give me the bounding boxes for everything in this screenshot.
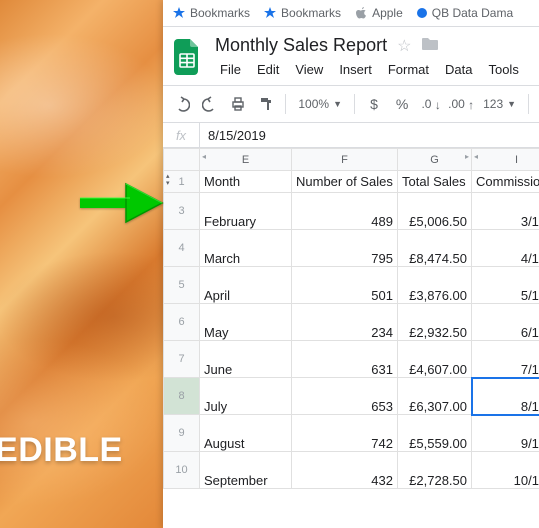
- cell-sales[interactable]: 742: [292, 415, 398, 452]
- cell-month[interactable]: May: [200, 304, 292, 341]
- cell-sales[interactable]: 501: [292, 267, 398, 304]
- google-sheets-window: Bookmarks Bookmarks Apple QB Data Dama Mont…: [163, 0, 539, 528]
- cell-due[interactable]: 5/15/2: [472, 267, 539, 304]
- bookmarks-bar: Bookmarks Bookmarks Apple QB Data Dama: [163, 0, 539, 27]
- cell-sales[interactable]: 432: [292, 452, 398, 489]
- cell-month[interactable]: September: [200, 452, 292, 489]
- bookmark-label: QB Data Dama: [432, 6, 513, 20]
- cell-total[interactable]: £2,728.50: [398, 452, 472, 489]
- select-all-cell[interactable]: [164, 149, 200, 171]
- menu-data[interactable]: Data: [438, 58, 479, 81]
- bookmark-label: Apple: [372, 6, 403, 20]
- menu-bar: FileEditViewInsertFormatDataTools: [213, 58, 526, 85]
- sheets-logo: [169, 33, 205, 81]
- cell-header[interactable]: Month: [200, 171, 292, 193]
- bookmark-item[interactable]: QB Data Dama: [417, 6, 513, 20]
- row-header-5[interactable]: 5: [164, 267, 200, 304]
- folder-icon[interactable]: [421, 35, 439, 56]
- col-header-G[interactable]: ▸G: [398, 149, 472, 171]
- cell-due[interactable]: 7/15/2: [472, 341, 539, 378]
- cell-month[interactable]: August: [200, 415, 292, 452]
- col-header-F[interactable]: F: [292, 149, 398, 171]
- bookmark-item[interactable]: Bookmarks: [173, 6, 250, 20]
- menu-edit[interactable]: Edit: [250, 58, 286, 81]
- cell-sales[interactable]: 653: [292, 378, 398, 415]
- cell-month[interactable]: June: [200, 341, 292, 378]
- formula-input[interactable]: 8/15/2019: [200, 128, 274, 143]
- menu-format[interactable]: Format: [381, 58, 436, 81]
- number-format-dropdown[interactable]: 123▼: [477, 97, 522, 111]
- cell-sales[interactable]: 631: [292, 341, 398, 378]
- star-icon[interactable]: ☆: [397, 36, 411, 56]
- cell-total[interactable]: £5,559.00: [398, 415, 472, 452]
- cell-total[interactable]: £2,932.50: [398, 304, 472, 341]
- bookmark-label: Bookmarks: [190, 6, 250, 20]
- cell-due[interactable]: 6/15/2: [472, 304, 539, 341]
- row-header-9[interactable]: 9: [164, 415, 200, 452]
- menu-file[interactable]: File: [213, 58, 248, 81]
- paint-format-button[interactable]: [253, 90, 279, 118]
- bookmark-label: Bookmarks: [281, 6, 341, 20]
- currency-button[interactable]: $: [361, 90, 387, 118]
- bookmark-item[interactable]: Bookmarks: [264, 6, 341, 20]
- row-header-1[interactable]: ▴▾1: [164, 171, 200, 193]
- cell-due[interactable]: 3/15/2: [472, 193, 539, 230]
- cell-header[interactable]: Number of Sales: [292, 171, 398, 193]
- cell-total[interactable]: £3,876.00: [398, 267, 472, 304]
- percent-button[interactable]: %: [389, 90, 415, 118]
- decrease-decimal-button[interactable]: .0 ↓: [417, 90, 445, 118]
- cell-month[interactable]: February: [200, 193, 292, 230]
- menu-tools[interactable]: Tools: [481, 58, 525, 81]
- increase-decimal-button[interactable]: .00 ↑: [447, 90, 475, 118]
- redo-button[interactable]: [197, 90, 223, 118]
- cell-total[interactable]: £8,474.50: [398, 230, 472, 267]
- cell-due[interactable]: 4/15/2: [472, 230, 539, 267]
- row-header-7[interactable]: 7: [164, 341, 200, 378]
- undo-button[interactable]: [169, 90, 195, 118]
- cell-sales[interactable]: 795: [292, 230, 398, 267]
- cell-header[interactable]: Total Sales: [398, 171, 472, 193]
- cell-due[interactable]: 8/15/2: [472, 378, 539, 415]
- cell-total[interactable]: £4,607.00: [398, 341, 472, 378]
- cell-sales[interactable]: 234: [292, 304, 398, 341]
- row-header-4[interactable]: 4: [164, 230, 200, 267]
- cell-due[interactable]: 9/15/2: [472, 415, 539, 452]
- row-header-3[interactable]: 3: [164, 193, 200, 230]
- toolbar-separator: [528, 94, 529, 114]
- toolbar-separator: [354, 94, 355, 114]
- cell-total[interactable]: £5,006.50: [398, 193, 472, 230]
- cell-header[interactable]: Commission D: [472, 171, 539, 193]
- annotation-arrow: [78, 178, 164, 228]
- document-name[interactable]: Monthly Sales Report: [215, 35, 387, 56]
- wallpaper-text: REDIBLE: [0, 431, 123, 470]
- col-header-E[interactable]: ◂E: [200, 149, 292, 171]
- cell-due[interactable]: 10/15/2: [472, 452, 539, 489]
- col-header-I[interactable]: ◂I: [472, 149, 539, 171]
- spreadsheet-grid[interactable]: ◂EF▸G◂I ▴▾1MonthNumber of SalesTotal Sale…: [163, 148, 539, 528]
- cell-total[interactable]: £6,307.00: [398, 378, 472, 415]
- menu-view[interactable]: View: [288, 58, 330, 81]
- toolbar-separator: [285, 94, 286, 114]
- fx-label: fx: [163, 123, 200, 147]
- menu-insert[interactable]: Insert: [332, 58, 379, 81]
- row-header-8[interactable]: 8: [164, 378, 200, 415]
- bookmark-item[interactable]: Apple: [355, 6, 403, 20]
- cell-month[interactable]: March: [200, 230, 292, 267]
- cell-month[interactable]: July: [200, 378, 292, 415]
- cell-month[interactable]: April: [200, 267, 292, 304]
- title-bar: Monthly Sales Report ☆ FileEditViewInser…: [163, 27, 539, 85]
- cell-sales[interactable]: 489: [292, 193, 398, 230]
- toolbar: 100%▼ $ % .0 ↓ .00 ↑ 123▼: [163, 85, 539, 123]
- print-button[interactable]: [225, 90, 251, 118]
- zoom-dropdown[interactable]: 100%▼: [292, 97, 348, 111]
- row-header-6[interactable]: 6: [164, 304, 200, 341]
- row-header-10[interactable]: 10: [164, 452, 200, 489]
- formula-bar: fx 8/15/2019: [163, 123, 539, 148]
